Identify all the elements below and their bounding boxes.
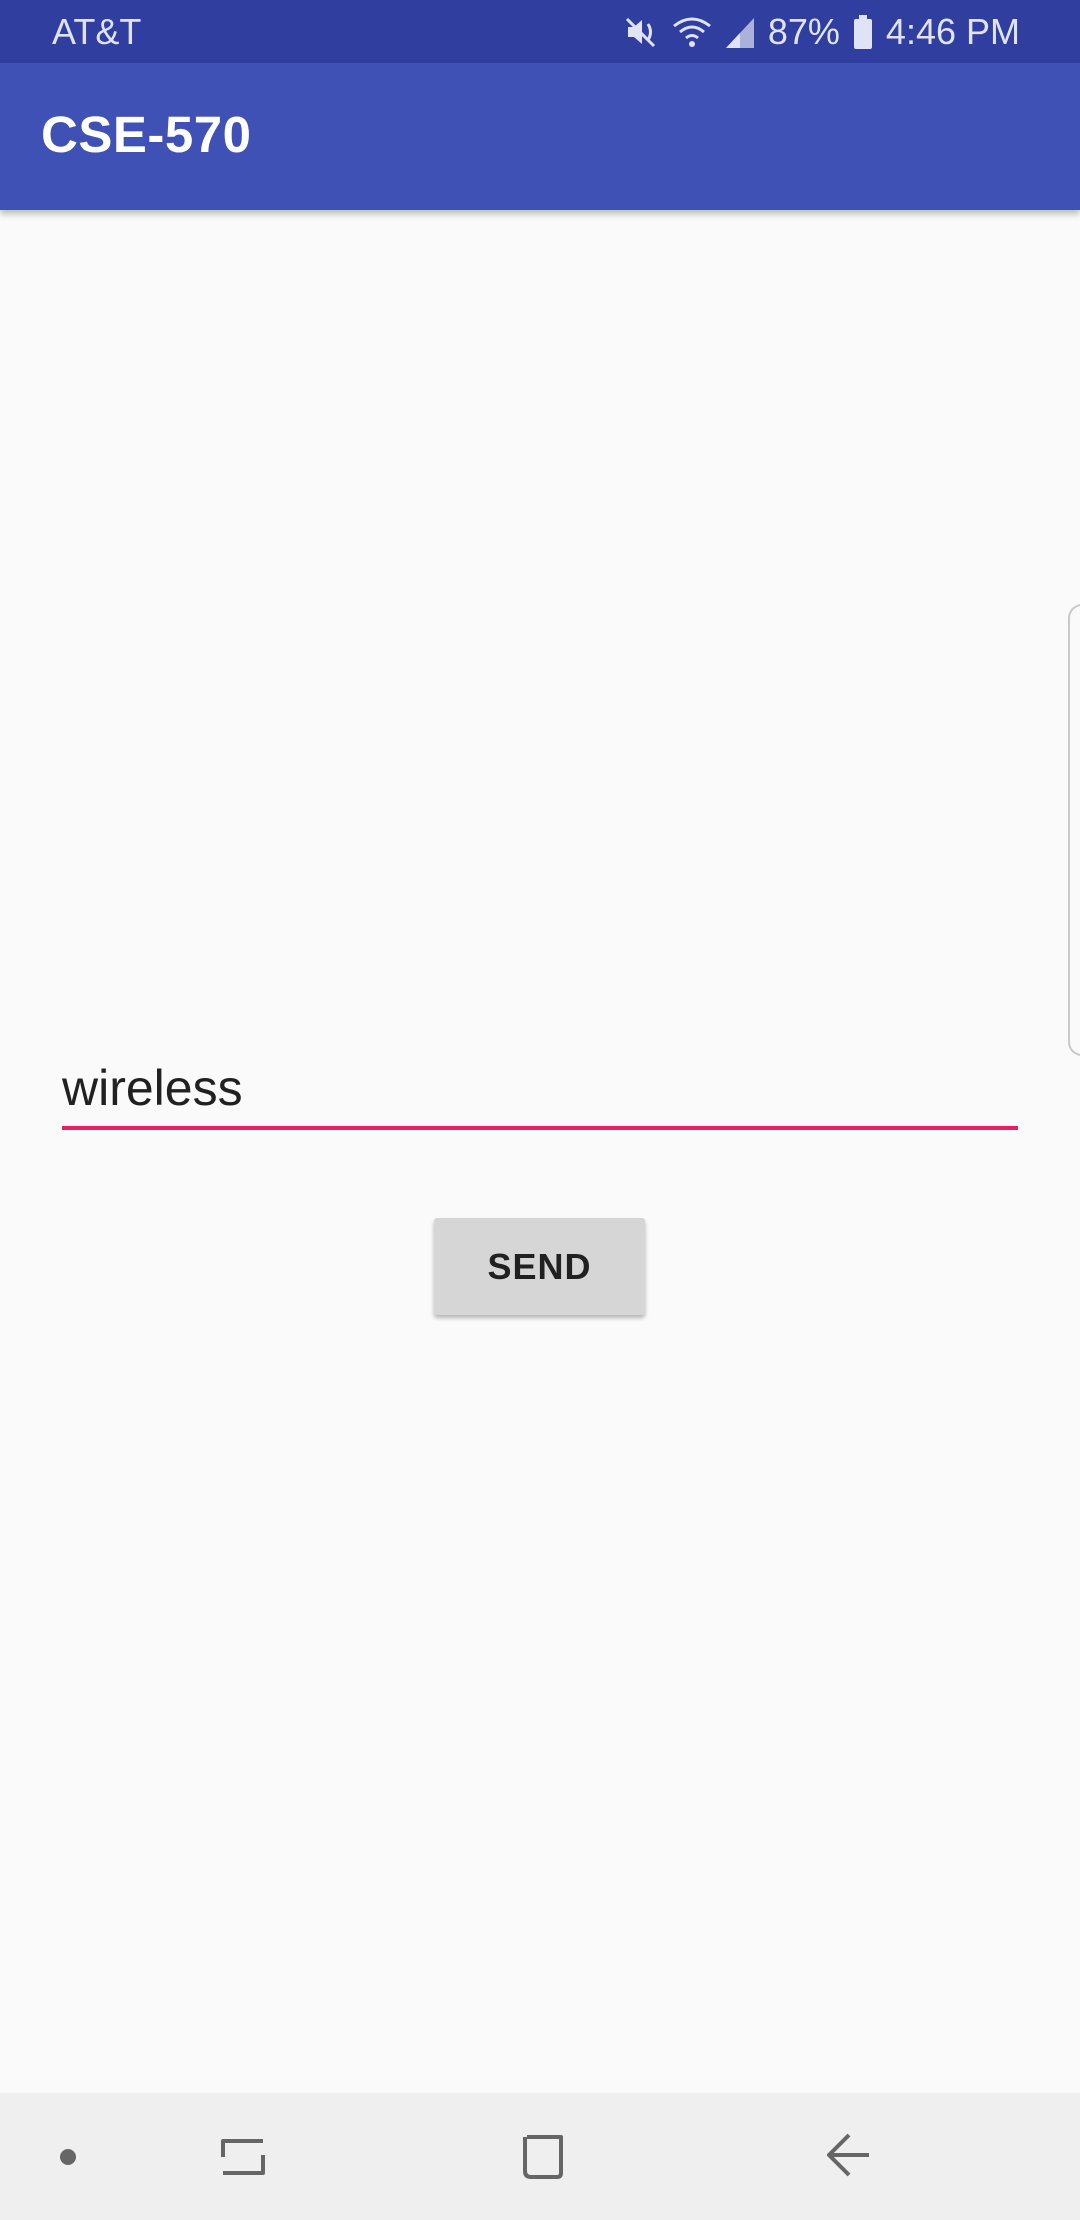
clock: 4:46 PM	[885, 11, 1020, 52]
navigation-bar	[0, 2093, 1080, 2220]
recent-apps-icon[interactable]	[180, 2093, 305, 2220]
message-input[interactable]	[62, 1050, 1018, 1130]
back-icon[interactable]	[786, 2093, 911, 2220]
app-screen: AT&T 87% 4:46 PM CSE-570 wireless SEND	[0, 0, 1080, 2220]
send-button[interactable]: SEND	[434, 1218, 645, 1315]
carrier-label: AT&T	[52, 11, 142, 52]
mute-vibrate-icon	[624, 14, 660, 50]
status-bar: AT&T 87% 4:46 PM	[0, 0, 1080, 63]
edge-panel-handle[interactable]	[1068, 604, 1080, 1056]
dot-icon[interactable]	[28, 2093, 108, 2220]
battery-icon	[852, 14, 874, 50]
app-title: CSE-570	[41, 106, 252, 163]
home-icon[interactable]	[480, 2093, 605, 2220]
signal-icon	[724, 14, 756, 50]
battery-percent: 87%	[767, 11, 840, 52]
app-bar: CSE-570	[0, 63, 1080, 210]
status-icons: 87% 4:46 PM	[624, 8, 1020, 56]
wifi-icon	[672, 14, 712, 50]
